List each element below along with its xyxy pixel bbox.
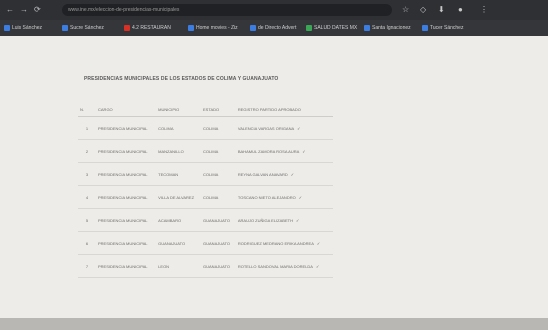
bookmarks-bar: Luis Sánchez Sucre Sánchez 4.2 RESTAURAN…: [0, 20, 548, 36]
table-row: 1 PRESIDENCIA MUNICIPAL COLIMA COLIMA VA…: [78, 116, 333, 140]
row-number: 5: [78, 208, 96, 232]
row-number: 6: [78, 231, 96, 255]
registro-cell: ARAUJO ZUÑIGA ELIZABETH ✓: [235, 208, 333, 232]
table-row: 3 PRESIDENCIA MUNICIPAL TECOMAN COLIMA R…: [78, 162, 333, 186]
municipio-cell: GUANAJUATO: [156, 231, 202, 255]
cargo-cell: PRESIDENCIA MUNICIPAL: [96, 162, 157, 186]
table-row: 4 PRESIDENCIA MUNICIPAL VILLA DE ALVAREZ…: [78, 185, 333, 209]
bookmark-item[interactable]: 4.2 RESTAURAN: [124, 24, 171, 33]
municipio-cell: COLIMA: [156, 116, 202, 140]
cargo-cell: PRESIDENCIA MUNICIPAL: [96, 208, 157, 232]
column-header: MUNICIPIO: [156, 102, 202, 117]
bookmark-item[interactable]: Tucer Sánchez: [422, 24, 463, 33]
check-mark: ✓: [302, 148, 306, 154]
row-number: 1: [78, 116, 96, 140]
bookmark-favicon: [306, 24, 312, 31]
download-icon[interactable]: ⬇: [438, 5, 445, 14]
municipio-cell: LEON: [156, 254, 202, 278]
check-mark: ✓: [315, 263, 320, 269]
row-number: 7: [78, 254, 96, 278]
screen: ← → ⟳ www.ine.mx/eleccion-de-presidencia…: [0, 0, 548, 330]
bookmark-favicon: [364, 24, 370, 31]
column-header: CARGO: [96, 102, 157, 117]
cargo-cell: PRESIDENCIA MUNICIPAL: [96, 231, 157, 255]
table-row: 6 PRESIDENCIA MUNICIPAL GUANAJUATO GUANA…: [78, 231, 333, 255]
address-bar[interactable]: www.ine.mx/eleccion-de-presidencias-muni…: [62, 4, 392, 16]
estado-cell: COLIMA: [201, 185, 236, 209]
municipio-cell: TECOMAN: [156, 162, 202, 186]
document-title: PRESIDENCIAS MUNICIPALES DE LOS ESTADOS …: [84, 76, 279, 82]
check-mark: ✓: [295, 217, 300, 223]
table-row: 7 PRESIDENCIA MUNICIPAL LEON GUANAJUATO …: [78, 254, 333, 278]
check-mark: ✓: [316, 240, 321, 246]
extension-icon[interactable]: ◇: [420, 5, 426, 14]
profile-icon[interactable]: ●: [458, 5, 463, 14]
bookmark-favicon: [422, 24, 428, 31]
bookmark-item[interactable]: de Directo Advert: [250, 24, 296, 33]
forward-icon[interactable]: →: [20, 5, 28, 14]
bookmark-item[interactable]: Luis Sánchez: [4, 24, 42, 33]
cargo-cell: PRESIDENCIA MUNICIPAL: [96, 185, 157, 209]
column-header: REGISTRO PARTIDO APROBADO: [235, 102, 333, 117]
row-number: 4: [78, 185, 96, 209]
bookmark-favicon: [124, 24, 130, 31]
municipio-cell: MANZANILLO: [156, 139, 202, 163]
browser-toolbar: ← → ⟳ www.ine.mx/eleccion-de-presidencia…: [0, 0, 548, 20]
bottom-strip: [0, 318, 548, 330]
estado-cell: GUANAJUATO: [201, 231, 236, 255]
back-icon[interactable]: ←: [6, 5, 14, 14]
table-row: 2 PRESIDENCIA MUNICIPAL MANZANILLO COLIM…: [78, 139, 333, 163]
table-header-row: N. CARGO MUNICIPIO ESTADO REGISTRO PARTI…: [78, 102, 333, 117]
check-mark: ✓: [297, 125, 301, 131]
estado-cell: GUANAJUATO: [201, 208, 236, 232]
row-number: 2: [78, 139, 96, 163]
reload-icon[interactable]: ⟳: [34, 5, 41, 14]
row-number: 3: [78, 162, 96, 186]
bookmark-favicon: [188, 24, 194, 31]
column-header: ESTADO: [201, 102, 236, 117]
star-icon[interactable]: ☆: [402, 5, 409, 14]
estado-cell: COLIMA: [201, 116, 236, 140]
column-header: N.: [78, 102, 96, 117]
cargo-cell: PRESIDENCIA MUNICIPAL: [96, 254, 157, 278]
registro-cell: RODRIGUEZ MEDRANO ERIKA ANDREA ✓: [235, 231, 333, 255]
registro-cell: ROTELLO SANDOVAL MARIA DORELDA ✓: [235, 254, 333, 278]
municipio-cell: ACAMBARO: [156, 208, 202, 232]
registro-cell: TOSCANO NIETO ALEJANDRO ✓: [235, 185, 333, 209]
estado-cell: COLIMA: [201, 139, 236, 163]
check-mark: ✓: [298, 194, 303, 200]
menu-icon[interactable]: ⋮: [480, 5, 488, 14]
registro-cell: VALENCIA VARGAS ORIGANA ✓: [235, 116, 333, 140]
page-content: PRESIDENCIAS MUNICIPALES DE LOS ESTADOS …: [0, 36, 548, 330]
bookmark-favicon: [250, 24, 256, 31]
cargo-cell: PRESIDENCIA MUNICIPAL: [96, 139, 157, 163]
estado-cell: COLIMA: [201, 162, 236, 186]
cargo-cell: PRESIDENCIA MUNICIPAL: [96, 116, 157, 140]
bookmark-favicon: [62, 24, 68, 31]
bookmark-item[interactable]: Santa Ignacionez: [364, 24, 411, 33]
municipio-cell: VILLA DE ALVAREZ: [156, 185, 202, 209]
table-row: 5 PRESIDENCIA MUNICIPAL ACAMBARO GUANAJU…: [78, 208, 333, 232]
bookmark-favicon: [4, 24, 10, 31]
bookmark-item[interactable]: SALUD DATES MX: [306, 24, 357, 33]
registro-cell: REYNA GALVAN ANAVARD ✓: [235, 162, 333, 186]
estado-cell: GUANAJUATO: [201, 254, 236, 278]
registro-cell: BAHAMUL ZAMORA ROSA AURA ✓: [235, 139, 333, 163]
bookmark-item[interactable]: Home movies - Ziz: [188, 24, 238, 33]
results-table: N. CARGO MUNICIPIO ESTADO REGISTRO PARTI…: [78, 102, 333, 278]
bookmark-item[interactable]: Sucre Sánchez: [62, 24, 104, 33]
check-mark: ✓: [290, 171, 295, 177]
